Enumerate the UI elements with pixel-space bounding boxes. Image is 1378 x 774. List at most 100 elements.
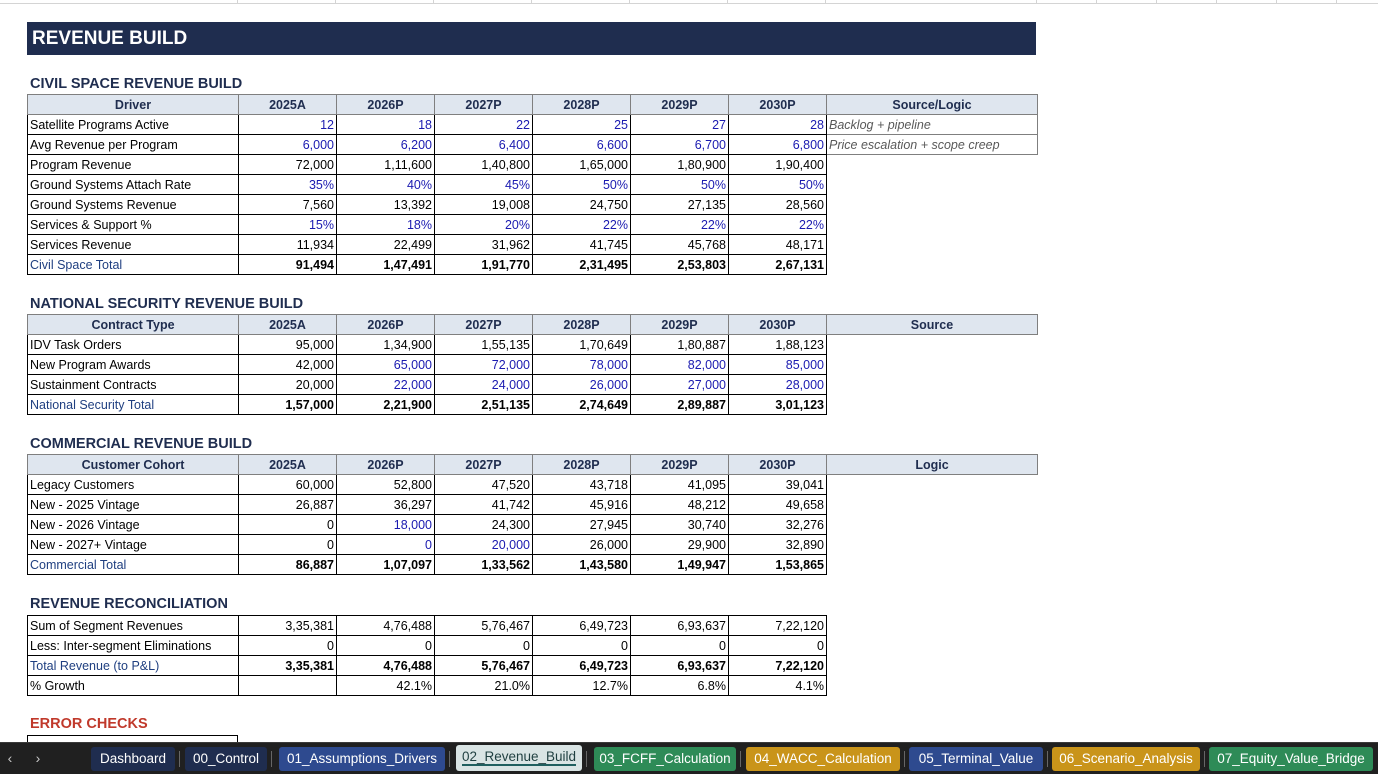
- value-cell[interactable]: 0: [336, 534, 435, 555]
- value-cell[interactable]: 26,000: [532, 374, 631, 395]
- source-note[interactable]: Backlog + pipeline: [826, 114, 1038, 135]
- value-cell[interactable]: 6.8%: [630, 675, 729, 696]
- value-cell[interactable]: 12.7%: [532, 675, 631, 696]
- row-label[interactable]: Less: Inter-segment Eliminations: [27, 635, 239, 656]
- value-cell[interactable]: 60,000: [238, 474, 337, 495]
- value-cell[interactable]: 7,22,120: [728, 655, 827, 676]
- value-cell[interactable]: 6,93,637: [630, 615, 729, 636]
- value-cell[interactable]: 7,560: [238, 194, 337, 215]
- column-header[interactable]: 2025A: [238, 314, 337, 335]
- column-header[interactable]: 2030P: [728, 454, 827, 475]
- value-cell[interactable]: 20%: [434, 214, 533, 235]
- value-cell[interactable]: 6,400: [434, 134, 533, 155]
- value-cell[interactable]: 32,890: [728, 534, 827, 555]
- value-cell[interactable]: 26,000: [532, 534, 631, 555]
- column-header[interactable]: 2025A: [238, 454, 337, 475]
- value-cell[interactable]: 2,51,135: [434, 394, 533, 415]
- value-cell[interactable]: 6,000: [238, 134, 337, 155]
- empty-cell[interactable]: [827, 375, 1038, 395]
- value-cell[interactable]: [238, 675, 337, 696]
- value-cell[interactable]: 1,55,135: [434, 334, 533, 355]
- value-cell[interactable]: 1,07,097: [336, 554, 435, 575]
- value-cell[interactable]: 95,000: [238, 334, 337, 355]
- column-header[interactable]: 2030P: [728, 314, 827, 335]
- column-header[interactable]: 2027P: [434, 314, 533, 335]
- row-label[interactable]: Legacy Customers: [27, 474, 239, 495]
- empty-cell[interactable]: [827, 555, 1038, 575]
- value-cell[interactable]: 19,008: [434, 194, 533, 215]
- value-cell[interactable]: 22,000: [336, 374, 435, 395]
- column-header[interactable]: 2028P: [532, 314, 631, 335]
- value-cell[interactable]: 7,22,120: [728, 615, 827, 636]
- value-cell[interactable]: 78,000: [532, 354, 631, 375]
- row-label[interactable]: New - 2026 Vintage: [27, 514, 239, 535]
- value-cell[interactable]: 43,718: [532, 474, 631, 495]
- value-cell[interactable]: 27,945: [532, 514, 631, 535]
- value-cell[interactable]: 22%: [728, 214, 827, 235]
- value-cell[interactable]: 52,800: [336, 474, 435, 495]
- value-cell[interactable]: 6,200: [336, 134, 435, 155]
- value-cell[interactable]: 50%: [728, 174, 827, 195]
- empty-cell[interactable]: [827, 535, 1038, 555]
- empty-cell[interactable]: [827, 335, 1038, 355]
- sheet-banner[interactable]: REVENUE BUILD: [27, 22, 1036, 55]
- value-cell[interactable]: 29,900: [630, 534, 729, 555]
- value-cell[interactable]: 31,962: [434, 234, 533, 255]
- value-cell[interactable]: 1,80,887: [630, 334, 729, 355]
- value-cell[interactable]: 72,000: [238, 154, 337, 175]
- value-cell[interactable]: 36,297: [336, 494, 435, 515]
- value-cell[interactable]: 12: [238, 114, 337, 135]
- value-cell[interactable]: 22,499: [336, 234, 435, 255]
- column-header[interactable]: 2029P: [630, 454, 729, 475]
- value-cell[interactable]: 5,76,467: [434, 655, 533, 676]
- value-cell[interactable]: 3,01,123: [728, 394, 827, 415]
- empty-cell[interactable]: [827, 395, 1038, 415]
- commercial-section-title[interactable]: COMMERCIAL REVENUE BUILD: [30, 436, 252, 452]
- sheet-tab[interactable]: 07_Equity_Value_Bridge: [1209, 747, 1373, 771]
- empty-cell[interactable]: [827, 495, 1038, 515]
- column-header[interactable]: 2026P: [336, 314, 435, 335]
- value-cell[interactable]: 3,35,381: [238, 615, 337, 636]
- sheet-tab[interactable]: 05_Terminal_Value: [909, 747, 1043, 771]
- value-cell[interactable]: 5,76,467: [434, 615, 533, 636]
- column-header[interactable]: 2026P: [336, 454, 435, 475]
- value-cell[interactable]: 1,47,491: [336, 254, 435, 275]
- column-header[interactable]: Source: [826, 314, 1038, 335]
- row-label[interactable]: New - 2025 Vintage: [27, 494, 239, 515]
- value-cell[interactable]: 28,000: [728, 374, 827, 395]
- sheet-tab[interactable]: 06_Scenario_Analysis: [1052, 747, 1200, 771]
- value-cell[interactable]: 30,740: [630, 514, 729, 535]
- value-cell[interactable]: 2,21,900: [336, 394, 435, 415]
- value-cell[interactable]: 45,768: [630, 234, 729, 255]
- value-cell[interactable]: 2,74,649: [532, 394, 631, 415]
- value-cell[interactable]: 41,745: [532, 234, 631, 255]
- value-cell[interactable]: 20,000: [434, 534, 533, 555]
- value-cell[interactable]: 20,000: [238, 374, 337, 395]
- value-cell[interactable]: 1,90,400: [728, 154, 827, 175]
- value-cell[interactable]: 18%: [336, 214, 435, 235]
- recon-section-title[interactable]: REVENUE RECONCILIATION: [30, 596, 228, 612]
- value-cell[interactable]: 3,35,381: [238, 655, 337, 676]
- empty-cell[interactable]: [827, 515, 1038, 535]
- next-sheet-arrow-icon[interactable]: ›: [28, 750, 48, 766]
- value-cell[interactable]: 21.0%: [434, 675, 533, 696]
- value-cell[interactable]: 48,171: [728, 234, 827, 255]
- value-cell[interactable]: 0: [728, 635, 827, 656]
- natsec-section-title[interactable]: NATIONAL SECURITY REVENUE BUILD: [30, 296, 303, 312]
- value-cell[interactable]: 6,49,723: [532, 615, 631, 636]
- value-cell[interactable]: 24,000: [434, 374, 533, 395]
- value-cell[interactable]: 0: [532, 635, 631, 656]
- value-cell[interactable]: 1,33,562: [434, 554, 533, 575]
- value-cell[interactable]: 28,560: [728, 194, 827, 215]
- value-cell[interactable]: 2,89,887: [630, 394, 729, 415]
- empty-cell[interactable]: [827, 255, 1038, 275]
- value-cell[interactable]: 45,916: [532, 494, 631, 515]
- value-cell[interactable]: 26,887: [238, 494, 337, 515]
- value-cell[interactable]: 13,392: [336, 194, 435, 215]
- value-cell[interactable]: 27,135: [630, 194, 729, 215]
- value-cell[interactable]: 0: [630, 635, 729, 656]
- value-cell[interactable]: 72,000: [434, 354, 533, 375]
- value-cell[interactable]: 41,742: [434, 494, 533, 515]
- sheet-tab[interactable]: Dashboard: [91, 747, 175, 771]
- value-cell[interactable]: 48,212: [630, 494, 729, 515]
